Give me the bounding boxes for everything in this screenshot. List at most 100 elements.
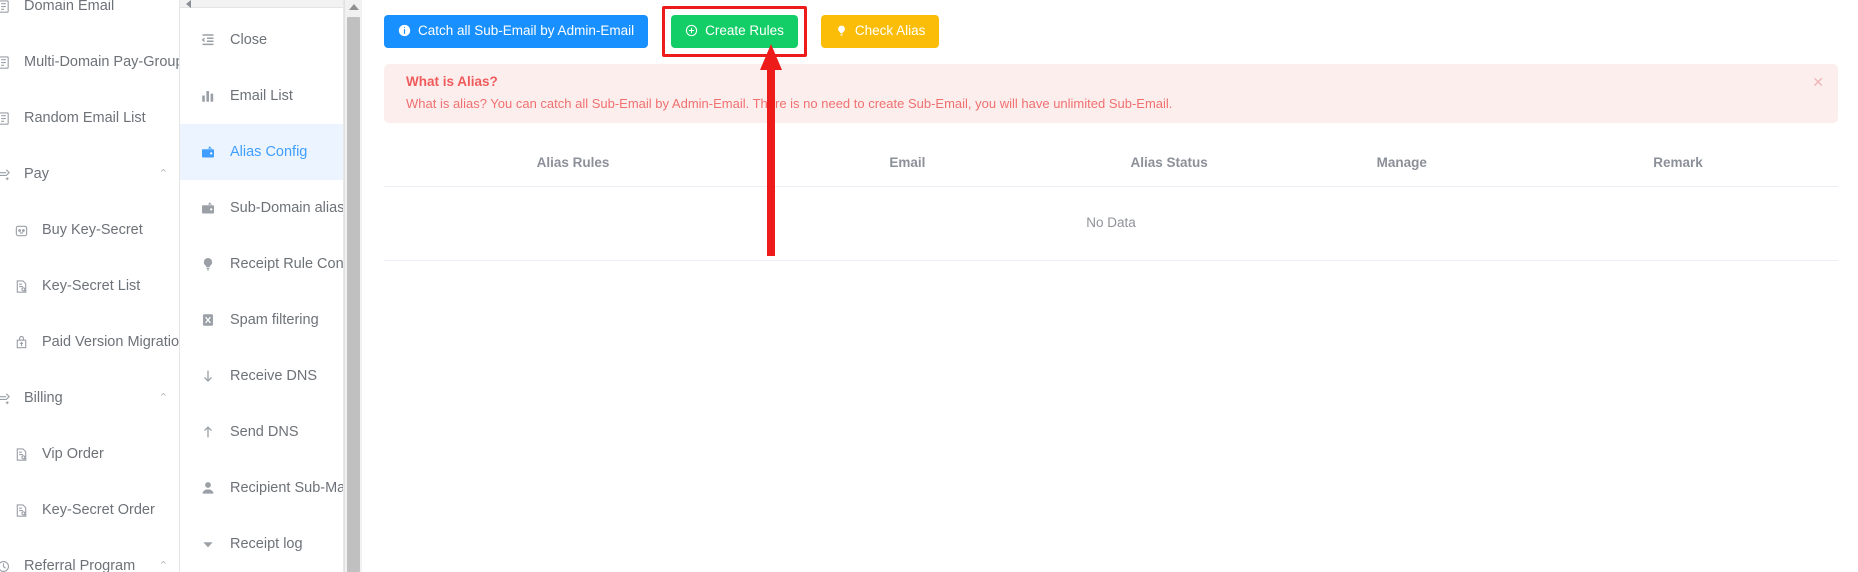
chevron-up-icon[interactable]: ⌃ (159, 391, 168, 404)
sidebar-item-vip-order[interactable]: Vip Order (0, 426, 179, 482)
column-header-alias-status: Alias Status (1052, 137, 1286, 187)
sidebar-group-pay[interactable]: Pay ⌃ (0, 146, 179, 202)
table-header-row: Alias Rules Email Alias Status Manage Re… (384, 137, 1838, 187)
alert-title: What is Alias? (406, 74, 498, 89)
multi-domain-icon (0, 55, 14, 70)
user-icon (198, 480, 218, 496)
caret-left-icon (186, 0, 191, 8)
create-rules-button[interactable]: Create Rules (671, 14, 798, 48)
check-alias-button[interactable]: Check Alias (820, 14, 940, 48)
column-header-email: Email (762, 137, 1053, 187)
sidebar-item-email-list[interactable]: Email List (180, 68, 343, 124)
catch-all-sub-email-label: Catch all Sub-Email by Admin-Email (418, 23, 635, 39)
table-body: No Data (384, 186, 1838, 261)
close-icon[interactable]: ✕ (1812, 75, 1824, 89)
sidebar-item-label: Domain Email (24, 0, 115, 14)
sidebar-item-label: Billing (24, 390, 63, 406)
key-secret-list-icon (10, 279, 32, 294)
buy-key-secret-icon (10, 223, 32, 238)
alias-info-alert: What is Alias? What is alias? You can ca… (384, 64, 1838, 123)
sidebar-item-label: Receipt log (230, 536, 303, 552)
billing-icon (0, 391, 14, 406)
page-scrollbar[interactable] (344, 0, 362, 572)
sidebar-item-label: Random Email List (24, 110, 146, 126)
main-content: Catch all Sub-Email by Admin-Email Creat… (362, 0, 1858, 572)
secondary-sidebar-list: Close Email List Alias Config Sub-Domain… (180, 8, 343, 572)
sidebar-item-label: Key-Secret Order (42, 502, 155, 518)
sidebar-item-label: Spam filtering (230, 312, 319, 328)
pay-icon (0, 167, 14, 182)
alert-description: What is alias? You can catch all Sub-Ema… (406, 96, 1173, 111)
info-circle-icon (398, 24, 411, 39)
app-window: Domain Email Multi-Domain Pay-Group Rand… (0, 0, 1858, 572)
create-rules-highlight: Create Rules (662, 5, 807, 57)
secondary-sidebar-topstrip (180, 0, 343, 8)
random-email-icon (0, 111, 14, 126)
plus-circle-icon (685, 24, 698, 39)
sidebar-group-billing[interactable]: Billing ⌃ (0, 370, 179, 426)
sidebar-item-label: Multi-Domain Pay-Group (24, 54, 180, 70)
arrow-up-icon (198, 424, 218, 440)
sidebar-item-label: Close (230, 32, 268, 48)
create-rules-label: Create Rules (705, 23, 784, 39)
catch-all-sub-email-button[interactable]: Catch all Sub-Email by Admin-Email (384, 14, 649, 48)
sidebar-item-label: Paid Version Migration (42, 334, 180, 350)
chevron-up-icon[interactable]: ⌃ (159, 167, 168, 180)
sidebar-item-receive-dns[interactable]: Receive DNS (180, 348, 343, 404)
domain-email-icon (0, 0, 14, 14)
sidebar-item-domain-email[interactable]: Domain Email (0, 0, 179, 34)
wallet-icon (198, 200, 218, 216)
caret-down-icon (198, 536, 218, 552)
sidebar-group-referral-program[interactable]: Referral Program ⌃ (0, 538, 179, 572)
bulb-icon (835, 24, 848, 39)
sidebar-item-multi-domain-pay-group[interactable]: Multi-Domain Pay-Group (0, 34, 180, 90)
sidebar-item-label: Send DNS (230, 424, 299, 440)
paid-version-migration-icon (10, 335, 32, 350)
sidebar-item-buy-key-secret[interactable]: Buy Key-Secret (0, 202, 179, 258)
table-head: Alias Rules Email Alias Status Manage Re… (384, 137, 1838, 187)
spam-filter-icon (198, 312, 218, 328)
scroll-up-arrow-icon[interactable] (348, 4, 359, 10)
chevron-up-icon[interactable]: ⌃ (159, 559, 168, 572)
sidebar-item-paid-version-migration[interactable]: Paid Version Migration (0, 314, 180, 370)
table-empty-text: No Data (384, 186, 1838, 261)
sidebar-item-alias-config[interactable]: Alias Config (180, 124, 343, 180)
sidebar-item-receipt-log[interactable]: Receipt log (180, 516, 343, 572)
sidebar-item-close[interactable]: Close (180, 12, 343, 68)
table-empty-row: No Data (384, 186, 1838, 261)
sidebar-item-label: Email List (230, 88, 293, 104)
column-header-remark: Remark (1518, 137, 1838, 187)
sidebar-item-label: Pay (24, 166, 49, 182)
sidebar-item-recipient-sub-mail[interactable]: Recipient Sub-Mail (180, 460, 343, 516)
scrollbar-thumb[interactable] (347, 17, 360, 572)
alias-rules-table: Alias Rules Email Alias Status Manage Re… (384, 137, 1838, 261)
sidebar-item-key-secret-order[interactable]: Key-Secret Order (0, 482, 179, 538)
check-alias-label: Check Alias (854, 23, 926, 39)
main-sidebar-list: Domain Email Multi-Domain Pay-Group Rand… (0, 0, 180, 572)
sidebar-item-label: Vip Order (42, 446, 104, 462)
sidebar-item-label: Key-Secret List (42, 278, 141, 294)
sidebar-item-key-secret-list[interactable]: Key-Secret List (0, 258, 179, 314)
sidebar-item-label: Receive DNS (230, 368, 318, 384)
column-header-alias-rules: Alias Rules (384, 137, 763, 187)
referral-program-icon (0, 559, 14, 572)
sidebar-item-random-email-list[interactable]: Random Email List (0, 90, 179, 146)
sidebar-item-label: Buy Key-Secret (42, 222, 143, 238)
sidebar-item-send-dns[interactable]: Send DNS (180, 404, 343, 460)
vip-order-icon (10, 447, 32, 462)
sidebar-item-sub-domain-alias[interactable]: Sub-Domain alias (180, 180, 343, 236)
wallet-icon (198, 144, 218, 160)
collapse-menu-icon (198, 32, 218, 48)
sidebar-item-receipt-rule-config[interactable]: Receipt Rule Config (180, 236, 343, 292)
sidebar-item-label: Referral Program (24, 558, 136, 572)
sidebar-item-label: Receipt Rule Config (230, 256, 344, 272)
main-sidebar: Domain Email Multi-Domain Pay-Group Rand… (0, 0, 180, 572)
sidebar-item-label: Recipient Sub-Mail (230, 480, 344, 496)
bulb-icon (198, 256, 218, 272)
arrow-down-icon (198, 368, 218, 384)
bar-chart-icon (198, 88, 218, 104)
sidebar-item-spam-filtering[interactable]: Spam filtering (180, 292, 343, 348)
action-toolbar: Catch all Sub-Email by Admin-Email Creat… (384, 5, 1838, 57)
sidebar-item-label: Sub-Domain alias (230, 200, 344, 216)
key-secret-order-icon (10, 503, 32, 518)
